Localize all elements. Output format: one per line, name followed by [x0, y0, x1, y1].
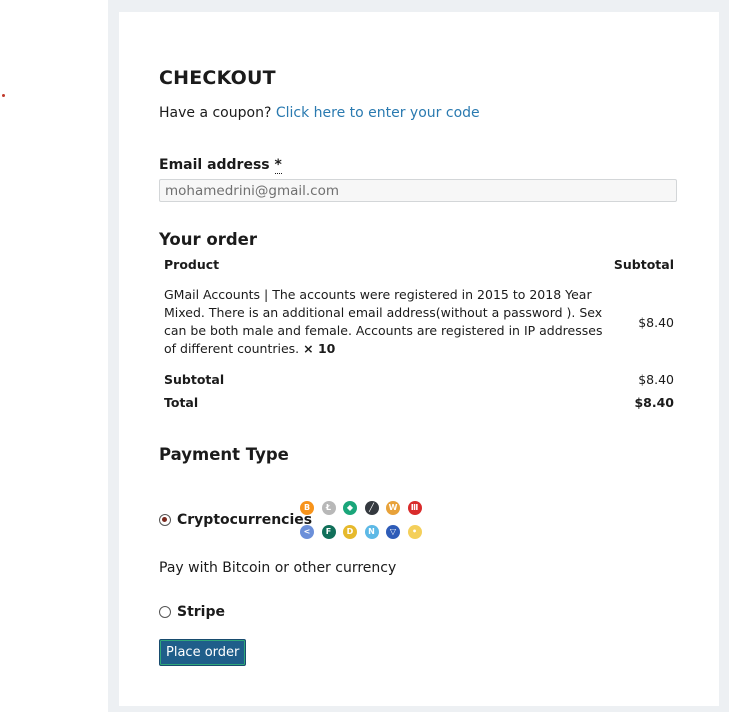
- total-label: Total: [164, 395, 199, 410]
- pen-coin-icon: ╱: [364, 501, 379, 515]
- page: CHECKOUT Have a coupon? Click here to en…: [0, 0, 729, 712]
- litecoin-icon: Ł: [321, 501, 336, 515]
- email-label: Email address *: [159, 157, 282, 174]
- w-coin-icon: W: [386, 501, 400, 515]
- checkout-title: CHECKOUT: [159, 67, 276, 89]
- checkout-card: CHECKOUT Have a coupon? Click here to en…: [119, 12, 719, 706]
- subtotal-amount: $8.40: [638, 372, 674, 387]
- green-coin-icon: ◆: [343, 501, 357, 515]
- subtotal-label: Subtotal: [164, 372, 225, 387]
- order-table: Product Subtotal GMail Accounts | The ac…: [159, 252, 679, 414]
- stripe-radio[interactable]: [159, 606, 171, 618]
- product-quantity: × 10: [303, 341, 336, 356]
- n-coin-icon: N: [364, 525, 379, 539]
- left-dot: [2, 94, 5, 97]
- bitcoin-icon: B: [300, 501, 314, 515]
- crypto-description: Pay with Bitcoin or other currency: [159, 560, 397, 576]
- product-cell: GMail Accounts | The accounts were regis…: [159, 276, 609, 368]
- crypto-option[interactable]: Cryptocurrencies: [159, 512, 312, 528]
- crypto-label: Cryptocurrencies: [177, 512, 313, 528]
- email-label-text: Email address: [159, 157, 275, 173]
- crypto-radio[interactable]: [159, 514, 171, 526]
- coupon-prompt: Have a coupon?: [159, 105, 276, 121]
- left-strip: [0, 0, 108, 712]
- subtotal-header: Subtotal: [613, 256, 674, 272]
- f-coin-icon: F: [321, 525, 336, 539]
- coupon-notice: Have a coupon? Click here to enter your …: [159, 105, 480, 121]
- product-name: GMail Accounts | The accounts were regis…: [164, 287, 603, 356]
- dogecoin-icon: D: [343, 525, 357, 539]
- stripe-label: Stripe: [177, 604, 225, 620]
- item-amount: $8.40: [638, 314, 674, 330]
- share-coin-icon: <: [300, 525, 314, 539]
- order-title: Your order: [159, 230, 258, 249]
- subtotal-row: Subtotal $8.40: [159, 368, 679, 391]
- order-header-row: Product Subtotal: [159, 252, 679, 276]
- coupon-link[interactable]: Click here to enter your code: [276, 105, 480, 121]
- triangle-coin-icon: ▽: [386, 525, 400, 539]
- required-marker: *: [274, 157, 282, 174]
- stripe-option[interactable]: Stripe: [159, 604, 225, 620]
- product-header: Product: [164, 256, 220, 272]
- payment-title: Payment Type: [159, 445, 289, 464]
- red-coin-icon: Ⅲ: [407, 501, 422, 515]
- total-amount: $8.40: [634, 395, 674, 410]
- order-item-row: GMail Accounts | The accounts were regis…: [159, 276, 679, 368]
- total-row: Total $8.40: [159, 391, 679, 414]
- yellow-coin-icon: •: [407, 525, 422, 539]
- place-order-button[interactable]: Place order: [159, 639, 247, 666]
- email-field[interactable]: [159, 179, 677, 202]
